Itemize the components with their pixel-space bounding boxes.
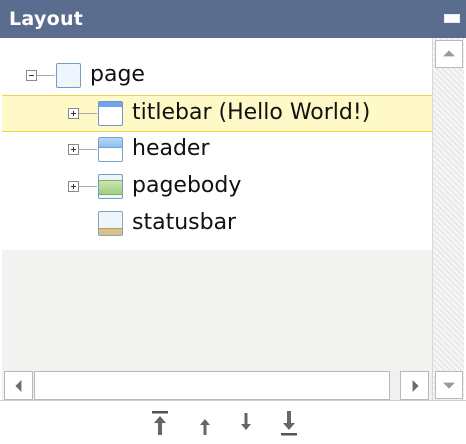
tree-node-label: titlebar (Hello World!) xyxy=(132,100,371,125)
reorder-toolbar xyxy=(0,400,466,444)
titlebar-icon xyxy=(98,101,123,126)
tree-node-pagebody[interactable]: pagebody xyxy=(2,169,432,206)
scroll-up-button[interactable] xyxy=(435,40,463,68)
tree-frame: page titlebar (Hello World!) header page… xyxy=(2,38,464,400)
move-up-button[interactable] xyxy=(191,407,219,439)
tree-node-label: header xyxy=(132,136,210,161)
collapse-icon[interactable] xyxy=(26,70,37,81)
tree-node-label: pagebody xyxy=(132,173,242,198)
expand-icon[interactable] xyxy=(68,108,79,119)
tree-node-header[interactable]: header xyxy=(2,132,432,169)
layout-panel: Layout page titlebar (Hello World!) head… xyxy=(0,0,466,444)
pagebody-icon xyxy=(98,174,123,199)
scroll-right-button[interactable] xyxy=(400,371,429,400)
move-up-icon xyxy=(200,419,210,435)
move-to-bottom-button[interactable] xyxy=(275,407,303,439)
move-down-icon xyxy=(241,413,251,430)
vertical-scrollbar[interactable] xyxy=(432,38,464,400)
layout-tree: page titlebar (Hello World!) header page… xyxy=(2,38,432,250)
minimize-button[interactable] xyxy=(444,14,460,23)
header-icon xyxy=(98,137,123,162)
tree-node-page[interactable]: page xyxy=(2,58,432,95)
scroll-down-button[interactable] xyxy=(435,371,463,399)
arrow-left-icon xyxy=(14,379,21,392)
tree-node-label: statusbar xyxy=(132,210,237,235)
scroll-left-button[interactable] xyxy=(4,371,33,400)
tree-connector xyxy=(37,75,55,76)
panel-titlebar: Layout xyxy=(0,0,466,38)
horizontal-scroll-thumb[interactable] xyxy=(34,371,390,400)
scroll-track[interactable] xyxy=(433,38,464,400)
tree-node-titlebar[interactable]: titlebar (Hello World!) xyxy=(2,95,432,132)
statusbar-icon xyxy=(98,211,123,236)
arrow-up-icon xyxy=(443,50,455,57)
panel-title: Layout xyxy=(9,8,84,30)
move-to-bottom-icon xyxy=(281,411,297,436)
tree-node-statusbar[interactable]: statusbar xyxy=(2,206,432,243)
tree-connector xyxy=(79,149,97,150)
move-to-top-button[interactable] xyxy=(146,407,174,439)
expand-icon[interactable] xyxy=(68,144,79,155)
page-icon xyxy=(56,63,81,88)
tree-connector xyxy=(79,186,97,187)
move-to-top-icon xyxy=(152,411,168,435)
expand-icon[interactable] xyxy=(68,181,79,192)
tree-connector xyxy=(79,113,97,114)
horizontal-scrollbar[interactable] xyxy=(2,371,432,400)
tree-node-label: page xyxy=(90,62,145,87)
move-down-button[interactable] xyxy=(232,407,260,439)
arrow-down-icon xyxy=(443,382,455,389)
arrow-right-icon xyxy=(412,379,419,392)
